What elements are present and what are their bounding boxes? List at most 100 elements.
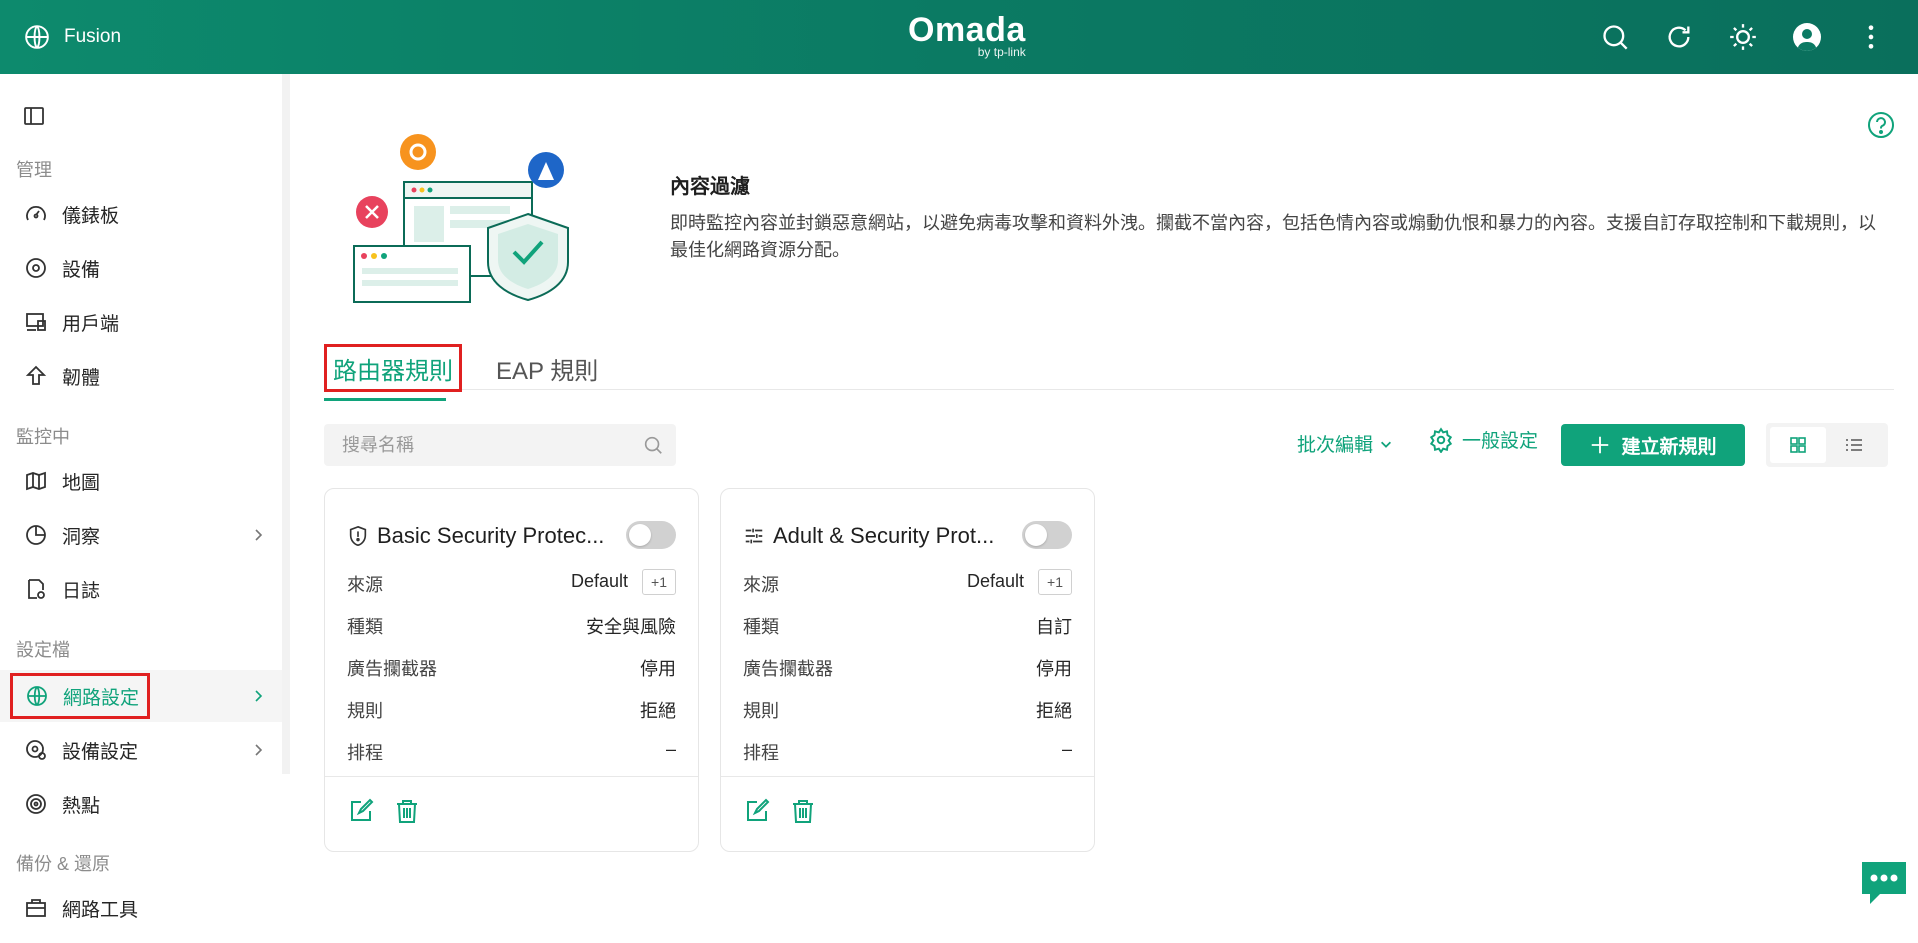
rule-tabs: 路由器規則 EAP 規則 xyxy=(324,344,1894,401)
rule-card-title: Adult & Security Prot... xyxy=(773,523,995,548)
tab-router-rules[interactable]: 路由器規則 xyxy=(324,344,462,401)
list-icon xyxy=(1846,439,1862,451)
site-name: Fusion xyxy=(64,26,122,47)
schedule-value: – xyxy=(665,739,676,759)
toolbox-icon xyxy=(22,894,50,922)
sidebar-collapse-icon[interactable] xyxy=(22,104,50,132)
rule-value: 拒絕 xyxy=(1036,701,1072,721)
sidebar-item-label: 用戶端 xyxy=(62,313,120,335)
top-header: Fusion Omada by tp-link xyxy=(0,0,1918,74)
edit-icon[interactable] xyxy=(743,797,773,827)
batch-edit-dropdown[interactable]: 批次編輯 xyxy=(1297,430,1393,457)
sidebar-item-map[interactable]: 地圖 xyxy=(16,459,278,503)
theme-icon[interactable] xyxy=(1726,20,1760,54)
main-content: 內容過濾 即時監控內容並封鎖惡意網站，以避免病毒攻擊和資料外洩。攔截不當內容，包… xyxy=(290,74,1918,943)
list-view-button[interactable] xyxy=(1826,427,1882,463)
type-label: 種類 xyxy=(743,617,779,637)
sidebar-item-label: 地圖 xyxy=(62,472,101,494)
search-icon[interactable] xyxy=(642,434,664,456)
row-type: 種類 安全與風險 xyxy=(347,609,676,637)
grid-icon xyxy=(1790,437,1806,453)
source-more-tag[interactable]: +1 xyxy=(642,569,676,595)
hotspot-icon xyxy=(22,790,50,818)
active-tab-underline xyxy=(324,398,446,401)
rule-value: 拒絕 xyxy=(640,701,676,721)
adblock-value: 停用 xyxy=(640,659,676,679)
row-schedule: 排程 – xyxy=(347,735,676,763)
general-settings-label: 一般設定 xyxy=(1462,431,1539,452)
sidebar-item-devices[interactable]: 設備 xyxy=(16,246,278,290)
sidebar-item-label: 設備設定 xyxy=(62,741,139,763)
content-filter-illustration xyxy=(353,134,569,303)
source-value: Default xyxy=(966,571,1024,591)
group-config: 設定檔 xyxy=(16,640,70,660)
shield-icon xyxy=(349,525,367,547)
sidebar-item-insight[interactable]: 洞察 xyxy=(16,513,278,557)
sidebar-item-dashboard[interactable]: 儀錶板 xyxy=(16,192,278,236)
site-selector[interactable]: Fusion xyxy=(24,24,121,50)
page-title: 內容過濾 xyxy=(670,176,750,198)
row-source: 來源 Default +1 xyxy=(743,567,1072,595)
search-input[interactable] xyxy=(324,424,624,466)
sidebar-item-label: 熱點 xyxy=(62,795,101,817)
sidebar-scrollbar[interactable] xyxy=(282,74,290,774)
sidebar-item-network-tools[interactable]: 網路工具 xyxy=(16,886,278,930)
chevron-right-icon xyxy=(255,529,263,541)
sidebar-item-device-settings[interactable]: 設備設定 xyxy=(16,728,278,772)
help-icon[interactable] xyxy=(1866,110,1896,140)
clients-icon xyxy=(22,308,50,336)
rule-label: 規則 xyxy=(743,701,779,721)
rule-card: Basic Security Protec... 來源 Default +1 種… xyxy=(324,488,699,852)
source-label: 來源 xyxy=(743,575,779,595)
row-adblock: 廣告攔截器 停用 xyxy=(743,651,1072,679)
sidebar-item-hotspot[interactable]: 熱點 xyxy=(16,782,278,826)
chevron-right-icon xyxy=(255,690,263,702)
page-description: 即時監控內容並封鎖惡意網站，以避免病毒攻擊和資料外洩。攔截不當內容，包括色情內容… xyxy=(670,213,1876,260)
sidebar-item-network-settings[interactable]: 網路設定 xyxy=(10,673,278,719)
sidebar: 管理 儀錶板 設備 用戶端 韌體 監控中 地圖 洞察 日誌 設定檔 網路設定 設… xyxy=(0,74,290,943)
more-icon[interactable] xyxy=(1854,20,1888,54)
map-icon xyxy=(22,467,50,495)
row-source: 來源 Default +1 xyxy=(347,567,676,595)
adblock-label: 廣告攔截器 xyxy=(743,659,833,679)
delete-icon[interactable] xyxy=(789,797,819,827)
type-value: 安全與風險 xyxy=(586,617,676,637)
refresh-icon[interactable] xyxy=(1662,20,1696,54)
search-icon[interactable] xyxy=(1598,20,1632,54)
row-rule: 規則 拒絕 xyxy=(743,693,1072,721)
search-box xyxy=(324,424,676,466)
create-rule-label: 建立新規則 xyxy=(1621,436,1717,458)
sidebar-item-label: 儀錶板 xyxy=(62,205,120,227)
adblock-label: 廣告攔截器 xyxy=(347,659,437,679)
batch-edit-label: 批次編輯 xyxy=(1297,435,1374,456)
log-icon xyxy=(22,575,50,603)
device-icon xyxy=(22,254,50,282)
grid-view-button[interactable] xyxy=(1770,427,1826,463)
row-rule: 規則 拒絕 xyxy=(347,693,676,721)
delete-icon[interactable] xyxy=(393,797,423,827)
sidebar-item-firmware[interactable]: 韌體 xyxy=(16,354,278,398)
source-more-tag[interactable]: +1 xyxy=(1038,569,1072,595)
sidebar-item-label: 日誌 xyxy=(62,580,101,602)
globe-icon xyxy=(23,682,51,710)
brand-logo-text: Omada xyxy=(908,11,1026,49)
rule-enable-toggle[interactable] xyxy=(626,521,676,549)
sidebar-item-label: 洞察 xyxy=(62,526,101,548)
rule-enable-toggle[interactable] xyxy=(1022,521,1072,549)
general-settings-button[interactable]: 一般設定 xyxy=(1428,426,1538,453)
sidebar-item-label: 設備 xyxy=(62,259,101,281)
type-label: 種類 xyxy=(347,617,383,637)
chat-support-icon[interactable] xyxy=(1858,858,1910,908)
sidebar-item-label: 網路設定 xyxy=(63,687,140,709)
avatar[interactable] xyxy=(1790,20,1824,54)
sidebar-item-clients[interactable]: 用戶端 xyxy=(16,300,278,344)
create-rule-button[interactable]: 建立新規則 xyxy=(1561,424,1745,466)
plus-icon xyxy=(1592,436,1609,454)
schedule-label: 排程 xyxy=(743,743,779,763)
edit-icon[interactable] xyxy=(347,797,377,827)
sidebar-item-label: 網路工具 xyxy=(62,899,139,921)
tab-label: 路由器規則 xyxy=(324,344,462,392)
sidebar-item-logs[interactable]: 日誌 xyxy=(16,567,278,611)
tab-eap-rules[interactable]: EAP 規則 xyxy=(496,351,598,386)
chevron-right-icon xyxy=(255,744,263,756)
